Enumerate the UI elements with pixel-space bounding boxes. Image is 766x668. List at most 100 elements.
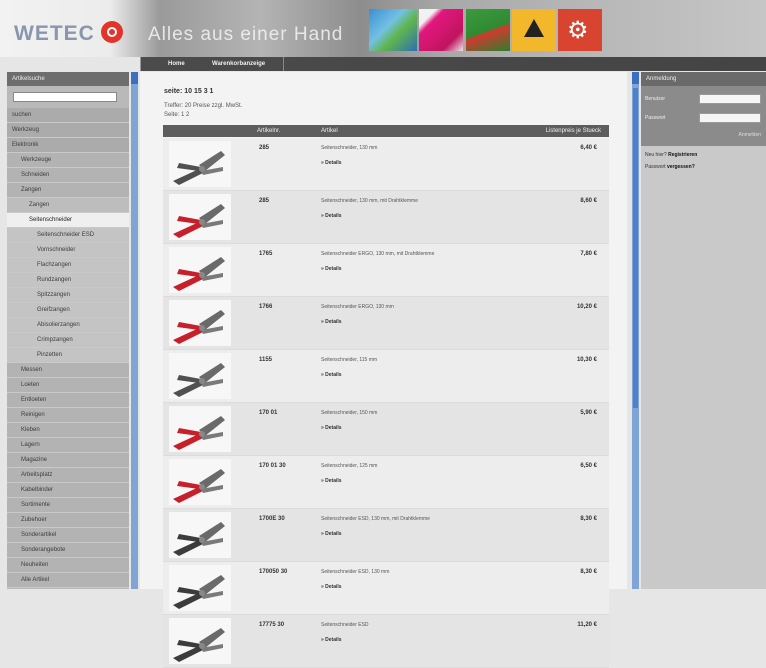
product-image[interactable] — [169, 618, 231, 664]
sidebar-scroll-up-button[interactable] — [131, 72, 138, 84]
table-row[interactable]: 1700E 30 Seitenschneider ESD, 130 mm, mit… — [163, 509, 609, 562]
sidebar-item[interactable]: Pinzetten — [7, 348, 129, 363]
sidebar-item[interactable]: Elektronik — [7, 138, 129, 153]
product-description[interactable]: Seitenschneider ERGO, 130 mm, mit Drahtk… — [321, 251, 481, 258]
sidebar-item[interactable]: Spitzzangen — [7, 288, 129, 303]
product-description[interactable]: Seitenschneider ERGO, 130 mm — [321, 304, 481, 311]
sidebar-item[interactable]: Arbeitsplatz — [7, 468, 129, 483]
sidebar-item[interactable]: Werkzeug — [7, 123, 129, 138]
sidebar-item[interactable]: Crimpzangen — [7, 333, 129, 348]
details-link[interactable]: » Details — [321, 160, 342, 166]
product-image[interactable] — [169, 247, 231, 293]
sidebar-item[interactable]: Seitenschneider — [7, 213, 129, 228]
product-description[interactable]: Seitenschneider, 130 mm — [321, 145, 481, 152]
table-row[interactable]: 17775 30 Seitenschneider ESD » Details 11,2… — [163, 615, 609, 668]
sidebar-item[interactable]: Reinigen — [7, 408, 129, 423]
main-scroll-thumb[interactable] — [633, 88, 638, 408]
product-image[interactable] — [169, 406, 231, 452]
sidebar-heading: Artikelsuche — [7, 72, 129, 86]
sidebar-item[interactable]: Greifzangen — [7, 303, 129, 318]
sidebar-item[interactable]: Rundzangen — [7, 273, 129, 288]
brand-logo[interactable]: WETEC — [14, 22, 95, 46]
sidebar-item[interactable]: Seitenschneider ESD — [7, 228, 129, 243]
product-description[interactable]: Seitenschneider ESD, 130 mm — [321, 569, 481, 576]
sidebar-item[interactable]: Vornschneider — [7, 243, 129, 258]
details-link[interactable]: » Details — [321, 531, 342, 537]
password-field[interactable] — [699, 113, 761, 123]
main-scroll-up-button[interactable] — [632, 72, 639, 84]
sidebar-item[interactable]: Kabelbinder — [7, 483, 129, 498]
product-image[interactable] — [169, 194, 231, 240]
column-header-name[interactable]: Artikel — [321, 125, 338, 137]
main-nav: Home Warenkorbanzeige — [0, 57, 766, 71]
product-image[interactable] — [169, 565, 231, 611]
sidebar-item[interactable]: Flachzangen — [7, 258, 129, 273]
sidebar-item[interactable]: Sonderangebote — [7, 543, 129, 558]
product-image[interactable] — [169, 353, 231, 399]
sidebar-item[interactable]: Sonderartikel — [7, 528, 129, 543]
table-row[interactable]: 170 01 Seitenschneider, 150 mm » Details 5,… — [163, 403, 609, 456]
product-description[interactable]: Seitenschneider, 115 mm — [321, 357, 481, 364]
sidebar-item[interactable]: Abisolierzangen — [7, 318, 129, 333]
page-title: seite: 10 15 3 1 — [164, 88, 214, 95]
product-image[interactable] — [169, 300, 231, 346]
product-price: 5,90 € — [580, 410, 597, 416]
table-row[interactable]: 170 01 30 Seitenschneider, 125 mm » Detail… — [163, 456, 609, 509]
nav-tab-cart[interactable]: Warenkorbanzeige — [212, 59, 265, 69]
username-field[interactable] — [699, 94, 761, 104]
product-description[interactable]: Seitenschneider ESD, 130 mm, mit Drahtkl… — [321, 516, 481, 523]
sidebar-item[interactable]: Kleben — [7, 423, 129, 438]
product-image[interactable] — [169, 459, 231, 505]
column-header-article[interactable]: Artikelnr. — [257, 125, 280, 137]
login-button[interactable]: Anmelden — [738, 132, 761, 138]
sidebar-item[interactable]: suchen — [7, 108, 129, 123]
sidebar-item[interactable]: Sortimente — [7, 498, 129, 513]
details-link[interactable]: » Details — [321, 213, 342, 219]
register-link-label[interactable]: Registrieren — [668, 152, 697, 158]
forgot-password-label[interactable]: vergessen? — [667, 164, 695, 170]
article-number: 285 — [259, 198, 270, 204]
search-input[interactable] — [13, 92, 117, 102]
sidebar-item[interactable]: Entloeten — [7, 393, 129, 408]
register-link-prefix: Neu hier? — [645, 152, 669, 158]
nav-tab-home[interactable]: Home — [168, 59, 185, 69]
sidebar-item[interactable]: Lagern — [7, 438, 129, 453]
sidebar-item[interactable]: Zubehoer — [7, 513, 129, 528]
forgot-password-link[interactable]: Passwort vergessen? — [645, 164, 695, 170]
table-row[interactable]: 1765 Seitenschneider ERGO, 130 mm, mit Dr… — [163, 244, 609, 297]
details-link[interactable]: » Details — [321, 319, 342, 325]
details-link[interactable]: » Details — [321, 637, 342, 643]
sidebar-item[interactable]: Alle Artikel — [7, 573, 129, 588]
product-description[interactable]: Seitenschneider ESD — [321, 622, 481, 629]
product-description[interactable]: Seitenschneider, 125 mm — [321, 463, 481, 470]
details-link[interactable]: » Details — [321, 266, 342, 272]
details-link[interactable]: » Details — [321, 372, 342, 378]
table-row[interactable]: 1155 Seitenschneider, 115 mm » Details 10,3… — [163, 350, 609, 403]
sidebar-scrollbar[interactable] — [131, 72, 138, 589]
sidebar-item[interactable]: Werkzeuge — [7, 153, 129, 168]
details-link[interactable]: » Details — [321, 584, 342, 590]
register-link[interactable]: Neu hier? Registrieren — [645, 152, 697, 158]
product-price: 7,80 € — [580, 251, 597, 257]
article-number: 170 01 30 — [259, 463, 286, 469]
site-header: WETEC Alles aus einer Hand — [0, 0, 766, 57]
sidebar-item[interactable]: Zangen — [7, 198, 129, 213]
sidebar-item[interactable]: Schneiden — [7, 168, 129, 183]
sidebar-item[interactable]: Magazine — [7, 453, 129, 468]
details-link[interactable]: » Details — [321, 478, 342, 484]
sidebar-item[interactable]: Messen — [7, 363, 129, 378]
column-header-price[interactable]: Listenpreis je Stueck — [546, 125, 601, 137]
details-link[interactable]: » Details — [321, 425, 342, 431]
sidebar-item[interactable]: Neuheiten — [7, 558, 129, 573]
sidebar-item[interactable]: Zangen — [7, 183, 129, 198]
product-image[interactable] — [169, 141, 231, 187]
pagination[interactable]: Seite: 1 2 — [164, 112, 189, 118]
sidebar-item[interactable]: Loeten — [7, 378, 129, 393]
product-description[interactable]: Seitenschneider, 150 mm — [321, 410, 481, 417]
table-row[interactable]: 285 Seitenschneider, 130 mm » Details 6,40 … — [163, 138, 609, 191]
brand-logo-icon — [101, 21, 123, 43]
product-image[interactable] — [169, 512, 231, 558]
table-row[interactable]: 1766 Seitenschneider ERGO, 130 mm » Detail… — [163, 297, 609, 350]
product-description[interactable]: Seitenschneider, 130 mm, mit Drahtklemme — [321, 198, 481, 205]
table-row[interactable]: 285 Seitenschneider, 130 mm, mit Drahtkle… — [163, 191, 609, 244]
